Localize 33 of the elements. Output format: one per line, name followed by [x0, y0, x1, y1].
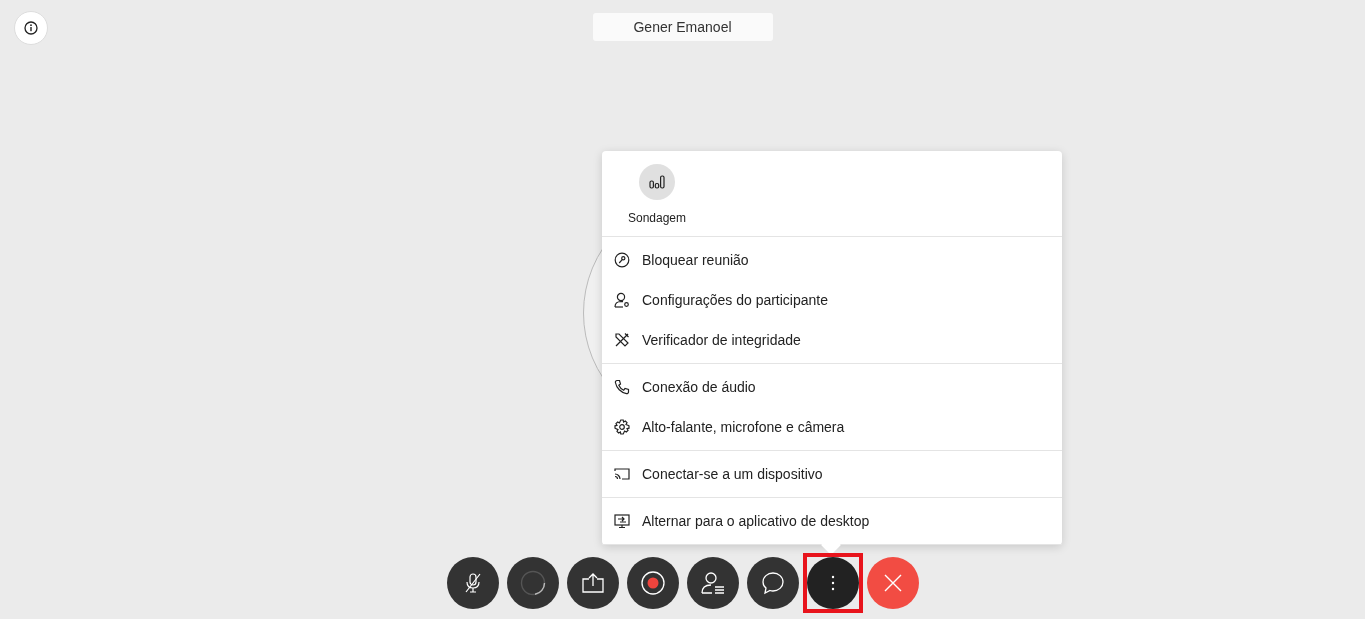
close-icon: [882, 573, 903, 593]
share-button[interactable]: [566, 557, 619, 609]
gear-icon: [614, 419, 630, 435]
record-icon: [640, 571, 665, 595]
menu-item[interactable]: Alternar para o aplicativo de desktop: [602, 501, 1062, 541]
poll-button[interactable]: Sondagem: [628, 164, 687, 225]
chat-button[interactable]: [746, 557, 799, 609]
menu-item[interactable]: Bloquear reunião: [602, 240, 1062, 280]
cast-icon: [614, 466, 630, 482]
loading-spinner-icon: [519, 570, 546, 596]
more-options-icon: [830, 575, 835, 591]
person-list-icon: [700, 572, 725, 594]
share-icon: [581, 573, 604, 593]
info-icon: [24, 21, 38, 35]
mute-button[interactable]: [446, 557, 499, 609]
menu-item[interactable]: Conexão de áudio: [602, 367, 1062, 407]
menu-item[interactable]: Alto-falante, microfone e câmera: [602, 407, 1062, 447]
leave-button[interactable]: [866, 557, 919, 609]
participants-button[interactable]: [686, 557, 739, 609]
person-gear-icon: [614, 292, 630, 308]
tools-icon: [614, 332, 630, 348]
info-button[interactable]: [14, 11, 48, 45]
menu-item[interactable]: Verificador de integridade: [602, 320, 1062, 360]
key-circle-icon: [614, 252, 630, 268]
record-button[interactable]: [626, 557, 679, 609]
participant-name-label: Gener Emanoel: [592, 13, 773, 41]
menu-item[interactable]: Conectar-se a um dispositivo: [602, 454, 1062, 494]
menu-item[interactable]: Configurações do participante: [602, 280, 1062, 320]
bar-chart-icon: [649, 175, 665, 189]
video-button[interactable]: [506, 557, 559, 609]
desktop-icon: [614, 513, 630, 529]
phone-icon: [614, 379, 630, 395]
speech-bubble-icon: [760, 571, 785, 595]
